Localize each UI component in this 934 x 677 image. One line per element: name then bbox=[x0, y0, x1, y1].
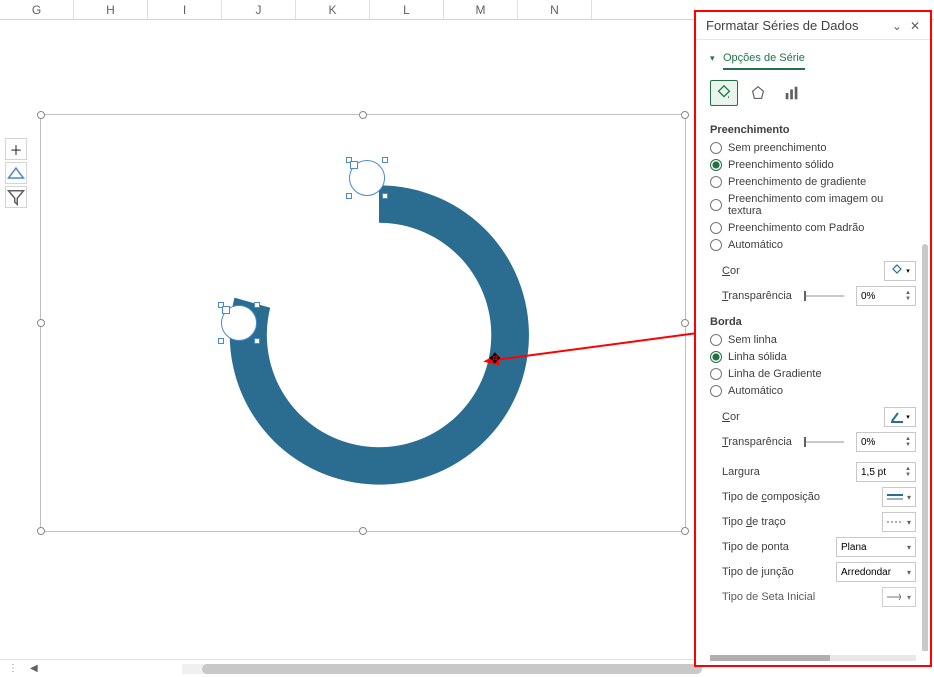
fill-transparency-spinner[interactable]: 0% ▲▼ bbox=[856, 286, 916, 306]
border-transparency-spinner[interactable]: 0% ▲▼ bbox=[856, 432, 916, 452]
chart-floating-tools: ＋ bbox=[5, 138, 27, 208]
compound-type-combo[interactable]: ▾ bbox=[882, 487, 916, 507]
col-header[interactable]: J bbox=[222, 0, 296, 19]
horizontal-scrollbar[interactable]: ⋮ ◀ ▶ bbox=[0, 659, 694, 677]
doughnut-chart[interactable] bbox=[209, 165, 549, 505]
pane-close-icon[interactable]: ✕ bbox=[910, 19, 920, 33]
resize-handle[interactable] bbox=[37, 111, 45, 119]
fill-transparency-label: Transparência bbox=[722, 290, 792, 302]
scroll-thumb[interactable] bbox=[202, 664, 702, 674]
fill-radio-group: Sem preenchimento Preenchimento sólido P… bbox=[710, 142, 916, 251]
fill-picture-radio[interactable]: Preenchimento com imagem ou textura bbox=[710, 193, 916, 217]
scroll-left-arrow[interactable]: ◀ bbox=[26, 663, 42, 674]
border-solid-radio[interactable]: Linha sólida bbox=[710, 351, 916, 363]
fill-auto-radio[interactable]: Automático bbox=[710, 239, 916, 251]
sheet-nav-dots[interactable]: ⋮ bbox=[0, 663, 26, 674]
col-header[interactable]: N bbox=[518, 0, 592, 19]
join-type-combo[interactable]: Arredondar▾ bbox=[836, 562, 916, 582]
border-radio-group: Sem linha Linha sólida Linha de Gradient… bbox=[710, 334, 916, 397]
fill-pattern-radio[interactable]: Preenchimento com Padrão bbox=[710, 222, 916, 234]
col-header[interactable]: M bbox=[444, 0, 518, 19]
fill-solid-radio[interactable]: Preenchimento sólido bbox=[710, 159, 916, 171]
chart-filters-button[interactable] bbox=[5, 186, 27, 208]
resize-handle[interactable] bbox=[681, 319, 689, 327]
dash-type-label: Tipo de traço bbox=[722, 516, 786, 528]
col-header[interactable]: L bbox=[370, 0, 444, 19]
arrow-begin-label: Tipo de Seta Inicial bbox=[722, 591, 815, 603]
format-category-tabs bbox=[696, 70, 930, 114]
resize-handle[interactable] bbox=[37, 319, 45, 327]
col-header[interactable]: H bbox=[74, 0, 148, 19]
chart-elements-button[interactable]: ＋ bbox=[5, 138, 27, 160]
doughnut-arc-segment[interactable] bbox=[230, 185, 529, 484]
resize-handle[interactable] bbox=[681, 527, 689, 535]
datapoint-handle[interactable] bbox=[221, 305, 257, 341]
border-section-heading[interactable]: Borda bbox=[710, 316, 916, 328]
fill-color-picker[interactable]: ▾ bbox=[884, 261, 916, 281]
effects-tab[interactable] bbox=[744, 80, 772, 106]
fill-transparency-slider[interactable] bbox=[804, 295, 844, 297]
border-transparency-label: Transparência bbox=[722, 436, 792, 448]
resize-handle[interactable] bbox=[681, 111, 689, 119]
pane-scrollbar[interactable] bbox=[922, 244, 928, 651]
dash-type-combo[interactable]: ▾ bbox=[882, 512, 916, 532]
cap-type-label: Tipo de ponta bbox=[722, 541, 789, 553]
col-header[interactable]: I bbox=[148, 0, 222, 19]
arrow-begin-combo[interactable]: ▾ bbox=[882, 587, 916, 607]
border-color-picker[interactable]: ▾ bbox=[884, 407, 916, 427]
border-gradient-radio[interactable]: Linha de Gradiente bbox=[710, 368, 916, 380]
resize-handle[interactable] bbox=[359, 111, 367, 119]
chevron-down-icon[interactable]: ▾ bbox=[710, 53, 715, 63]
format-data-series-pane: Formatar Séries de Dados ⌄ ✕ ▾ Opções de… bbox=[694, 10, 932, 667]
border-auto-radio[interactable]: Automático bbox=[710, 385, 916, 397]
border-width-label: Largura bbox=[722, 466, 760, 478]
fill-gradient-radio[interactable]: Preenchimento de gradiente bbox=[710, 176, 916, 188]
border-transparency-slider[interactable] bbox=[804, 441, 844, 443]
fill-line-tab[interactable] bbox=[710, 80, 738, 106]
series-options-dropdown[interactable]: Opções de Série bbox=[723, 52, 805, 70]
compound-type-label: Tipo de composição bbox=[722, 491, 820, 503]
pane-collapse-icon[interactable]: ⌄ bbox=[892, 19, 902, 33]
datapoint-handle[interactable] bbox=[349, 160, 385, 196]
border-color-label: Cor bbox=[722, 411, 740, 423]
pane-horizontal-scrollbar[interactable] bbox=[696, 651, 930, 665]
border-none-radio[interactable]: Sem linha bbox=[710, 334, 916, 346]
fill-none-radio[interactable]: Sem preenchimento bbox=[710, 142, 916, 154]
cap-type-combo[interactable]: Plana▾ bbox=[836, 537, 916, 557]
col-header[interactable]: K bbox=[296, 0, 370, 19]
chart-object[interactable] bbox=[40, 114, 686, 532]
border-width-spinner[interactable]: 1,5 pt ▲▼ bbox=[856, 462, 916, 482]
pane-title: Formatar Séries de Dados bbox=[706, 18, 858, 33]
series-options-tab[interactable] bbox=[778, 80, 806, 106]
pane-body: Preenchimento Sem preenchimento Preenchi… bbox=[696, 114, 930, 651]
col-header[interactable]: G bbox=[0, 0, 74, 19]
join-type-label: Tipo de junção bbox=[722, 566, 794, 578]
resize-handle[interactable] bbox=[37, 527, 45, 535]
resize-handle[interactable] bbox=[359, 527, 367, 535]
chart-styles-button[interactable] bbox=[5, 162, 27, 184]
fill-color-label: Cor bbox=[722, 265, 740, 277]
fill-section-heading[interactable]: Preenchimento bbox=[710, 124, 916, 136]
worksheet-canvas[interactable]: ＋ bbox=[0, 20, 694, 657]
